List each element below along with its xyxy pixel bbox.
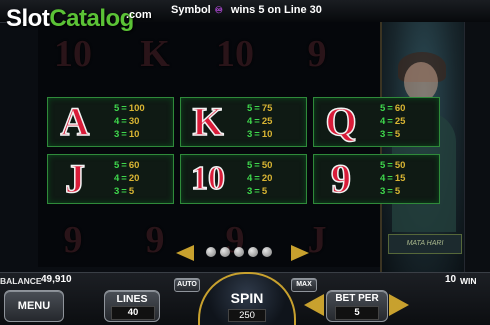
- paytable-symbol: J: [64, 156, 86, 202]
- paytable-pays: 5 = 75 4 = 25 3 = 10: [247, 103, 273, 140]
- page-dot[interactable]: [220, 247, 230, 257]
- page-dot[interactable]: [206, 247, 216, 257]
- paytable-symbol: K: [192, 99, 225, 145]
- paytable-cell-q: Q 5 = 60 4 = 25 3 = 5: [313, 97, 440, 147]
- watermark-part2: Catalog: [49, 5, 134, 32]
- paytable-cell-k: K 5 = 75 4 = 25 3 = 10: [180, 97, 307, 147]
- watermark-part1: Slot: [6, 5, 50, 32]
- paytable-symbol: 10: [190, 159, 226, 198]
- paytable-prev-arrow-icon[interactable]: [176, 245, 194, 261]
- page-dot[interactable]: [248, 247, 258, 257]
- win-value: 10: [445, 274, 457, 285]
- reel-symbol: 9: [63, 219, 83, 261]
- artwork-plaque: MATA HARI: [388, 234, 462, 254]
- win-message: Symbol ♾ wins 5 on Line 30: [171, 4, 322, 16]
- auto-button[interactable]: AUTO: [174, 278, 200, 292]
- total-bet-value: 250: [228, 309, 266, 322]
- paytable-pays: 5 = 60 4 = 20 3 = 5: [114, 160, 140, 197]
- win-label: WIN: [460, 276, 477, 286]
- paytable-pays: 5 = 50 4 = 15 3 = 5: [380, 160, 406, 197]
- balance-value: 49,910: [41, 274, 72, 285]
- reel-symbol: 9: [307, 33, 327, 75]
- bet-decrease-arrow-icon[interactable]: [304, 294, 324, 316]
- paytable-pays: 5 = 100 4 = 30 3 = 10: [114, 103, 145, 140]
- paytable-page-dots: [206, 247, 272, 257]
- paytable-cell-j: J 5 = 60 4 = 20 3 = 5: [47, 154, 174, 204]
- watermark-part3: .com: [126, 9, 152, 21]
- bet-per-line-button[interactable]: BET PER 5: [326, 290, 388, 322]
- spin-label: SPIN: [230, 290, 264, 306]
- symbol-icon: ♾: [214, 5, 223, 15]
- artwork-face: [404, 62, 438, 102]
- reel-symbol: 10: [54, 33, 92, 75]
- paytable-pays: 5 = 60 4 = 25 3 = 5: [380, 103, 406, 140]
- win-message-suffix: wins 5 on Line 30: [230, 4, 322, 16]
- watermark-logo: SlotCatalog .com: [6, 3, 152, 35]
- lines-button[interactable]: LINES 40: [104, 290, 160, 322]
- paytable-cell-10: 10 5 = 50 4 = 20 3 = 5: [180, 154, 307, 204]
- right-edge-panel: [464, 22, 490, 272]
- paytable-symbol: Q: [325, 99, 358, 145]
- balance-label: BALANCE: [0, 276, 42, 286]
- paytable-next-arrow-icon[interactable]: [291, 245, 309, 261]
- bet-increase-arrow-icon[interactable]: [389, 294, 409, 316]
- paytable-cell-a: A 5 = 100 4 = 30 3 = 10: [47, 97, 174, 147]
- max-bet-button[interactable]: MAX: [291, 278, 317, 292]
- lines-label: LINES: [116, 293, 148, 305]
- paytable-symbol: 9: [330, 156, 352, 202]
- paytable-symbol: A: [60, 99, 90, 145]
- reel-symbol: 10: [216, 33, 254, 75]
- paytable-cell-9: 9 5 = 50 4 = 15 3 = 5: [313, 154, 440, 204]
- page-dot[interactable]: [234, 247, 244, 257]
- win-message-prefix: Symbol: [171, 4, 211, 16]
- character-artwork: MATA HARI: [380, 22, 466, 272]
- bet-per-label: BET PER: [335, 293, 379, 304]
- page-dot[interactable]: [262, 247, 272, 257]
- reel-symbol: K: [140, 33, 170, 75]
- menu-button[interactable]: MENU: [4, 290, 64, 322]
- bet-per-value: 5: [335, 306, 379, 320]
- lines-value: 40: [111, 306, 155, 320]
- paytable-pays: 5 = 50 4 = 20 3 = 5: [247, 160, 273, 197]
